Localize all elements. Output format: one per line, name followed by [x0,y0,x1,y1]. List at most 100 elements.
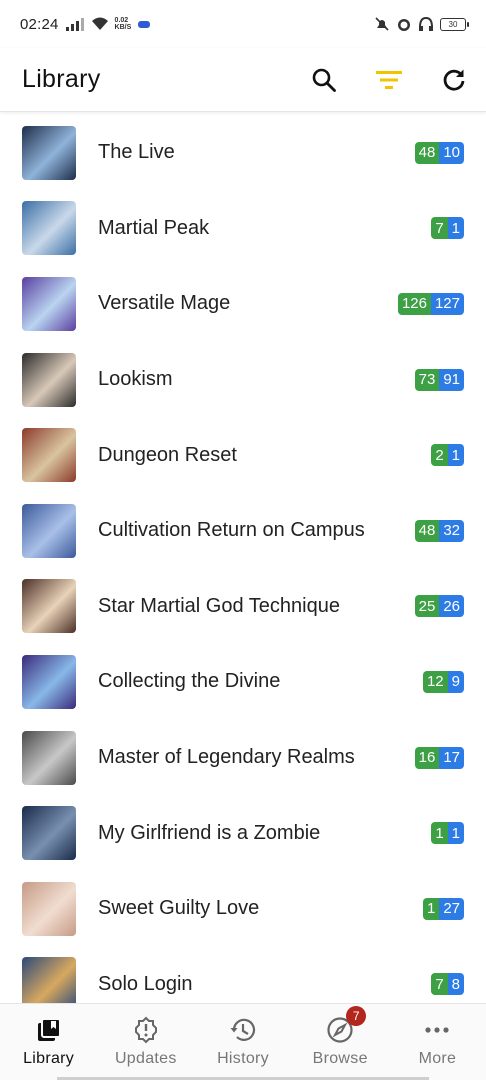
cover-thumbnail [22,654,76,709]
manga-title: Collecting the Divine [98,670,281,693]
downloaded-count-badge: 91 [439,368,464,391]
manga-title: Sweet Guilty Love [98,897,260,920]
unread-count-badge: 48 [414,141,440,164]
unread-count-badge: 7 [431,217,448,240]
cover-thumbnail [22,806,76,861]
manga-title: My Girlfriend is a Zombie [98,821,321,844]
unread-count-badge: 1 [422,897,440,920]
chapter-badges: 73 91 [414,368,464,391]
chapter-badges: 126 127 [397,292,464,315]
downloaded-count-badge: 32 [439,519,464,542]
downloaded-count-badge: 27 [439,897,464,920]
game-controller-icon [138,21,151,28]
manga-title: Cultivation Return on Campus [98,519,365,542]
cover-thumbnail [22,881,76,936]
library-item[interactable]: Martial Peak 7 1 [0,191,486,267]
cover-thumbnail [22,503,76,558]
search-icon [312,68,336,92]
nav-history[interactable]: History [194,1004,291,1080]
library-item[interactable]: Lookism 73 91 [0,342,486,418]
browse-notification-badge: 7 [346,1006,367,1026]
history-icon [229,1016,257,1044]
nav-more[interactable]: More [389,1004,486,1080]
nav-updates[interactable]: Updates [97,1004,194,1080]
page-title: Library [22,65,101,93]
manga-title: Master of Legendary Realms [98,746,355,769]
library-item[interactable]: Cultivation Return on Campus 48 32 [0,493,486,569]
cover-thumbnail [22,428,76,483]
bottom-navigation: Library Updates History 7 Browse More [0,1003,486,1080]
more-dots-icon [423,1016,451,1044]
downloaded-count-badge: 127 [430,292,464,315]
nav-label: History [217,1050,269,1067]
downloaded-count-badge: 1 [447,822,464,845]
library-item[interactable]: My Girlfriend is a Zombie 1 1 [0,795,486,871]
battery-indicator: 30 [440,17,469,31]
wifi-icon [91,17,108,30]
downloaded-count-badge: 1 [447,217,464,240]
library-list[interactable]: The Live 48 10 Martial Peak 7 1 Versatile Mage… [0,115,486,1003]
chapter-badges: 48 10 [414,141,464,164]
manga-title: Lookism [98,368,173,391]
cover-thumbnail [22,352,76,407]
library-item[interactable]: Star Martial God Technique 25 26 [0,569,486,645]
nav-library[interactable]: Library [0,1004,97,1080]
chapter-badges: 48 32 [414,519,464,542]
downloaded-count-badge: 26 [439,595,464,618]
library-icon [35,1016,63,1044]
unread-count-badge: 126 [397,292,431,315]
status-time: 02:24 [20,15,59,33]
unread-count-badge: 73 [414,368,440,391]
alarm-icon [398,19,410,31]
unread-count-badge: 25 [414,595,440,618]
nav-label: Updates [114,1050,177,1067]
library-item[interactable]: Solo Login 7 8 [0,947,486,1003]
refresh-icon [443,69,464,91]
chapter-badges: 25 26 [414,595,464,618]
chapter-badges: 71 [431,217,464,240]
chapter-badges: 1 27 [422,897,464,920]
library-item[interactable]: The Live 48 10 [0,115,486,191]
manga-title: Dungeon Reset [98,443,237,466]
search-button[interactable] [291,52,356,108]
unread-count-badge: 1 [431,822,448,845]
app-bar: Library [0,48,486,112]
unread-count-badge: 7 [431,973,448,996]
library-item[interactable]: Collecting the Divine 12 9 [0,644,486,720]
library-item[interactable]: Master of Legendary Realms 16 17 [0,720,486,796]
nav-browse[interactable]: 7 Browse [292,1004,389,1080]
library-item[interactable]: Sweet Guilty Love 1 27 [0,871,486,947]
downloaded-count-badge: 1 [447,444,464,467]
library-item[interactable]: Dungeon Reset 2 1 [0,417,486,493]
status-bar: 02:24 0.02 KB/S 30 [0,0,486,48]
updates-icon [132,1016,160,1044]
filter-button[interactable] [356,52,421,108]
downloaded-count-badge: 10 [439,141,464,164]
library-item[interactable]: Versatile Mage 126 127 [0,266,486,342]
unread-count-badge: 12 [422,670,448,693]
downloaded-count-badge: 8 [447,973,464,996]
cover-thumbnail [22,957,76,1003]
downloaded-count-badge: 17 [439,746,464,769]
nav-label: More [418,1050,457,1067]
manga-title: Solo Login [98,972,193,995]
filter-icon [375,70,402,89]
chapter-badges: 12 9 [422,670,464,693]
headphones-icon [419,16,433,31]
signal-icon [65,18,84,31]
nav-label: Browse [312,1050,368,1067]
cover-thumbnail [22,125,76,180]
manga-title: Star Martial God Technique [98,594,340,617]
cover-thumbnail [22,730,76,785]
unread-count-badge: 16 [414,746,440,769]
mute-bell-icon [375,17,389,31]
refresh-button[interactable] [421,52,486,108]
cover-thumbnail [22,201,76,256]
downloaded-count-badge: 9 [447,670,464,693]
manga-title: Martial Peak [98,216,210,239]
chapter-badges: 11 [431,822,464,845]
cover-thumbnail [22,276,76,331]
chapter-badges: 21 [431,444,464,467]
network-speed: 0.02 KB/S [114,17,132,31]
manga-title: The Live [98,141,175,164]
